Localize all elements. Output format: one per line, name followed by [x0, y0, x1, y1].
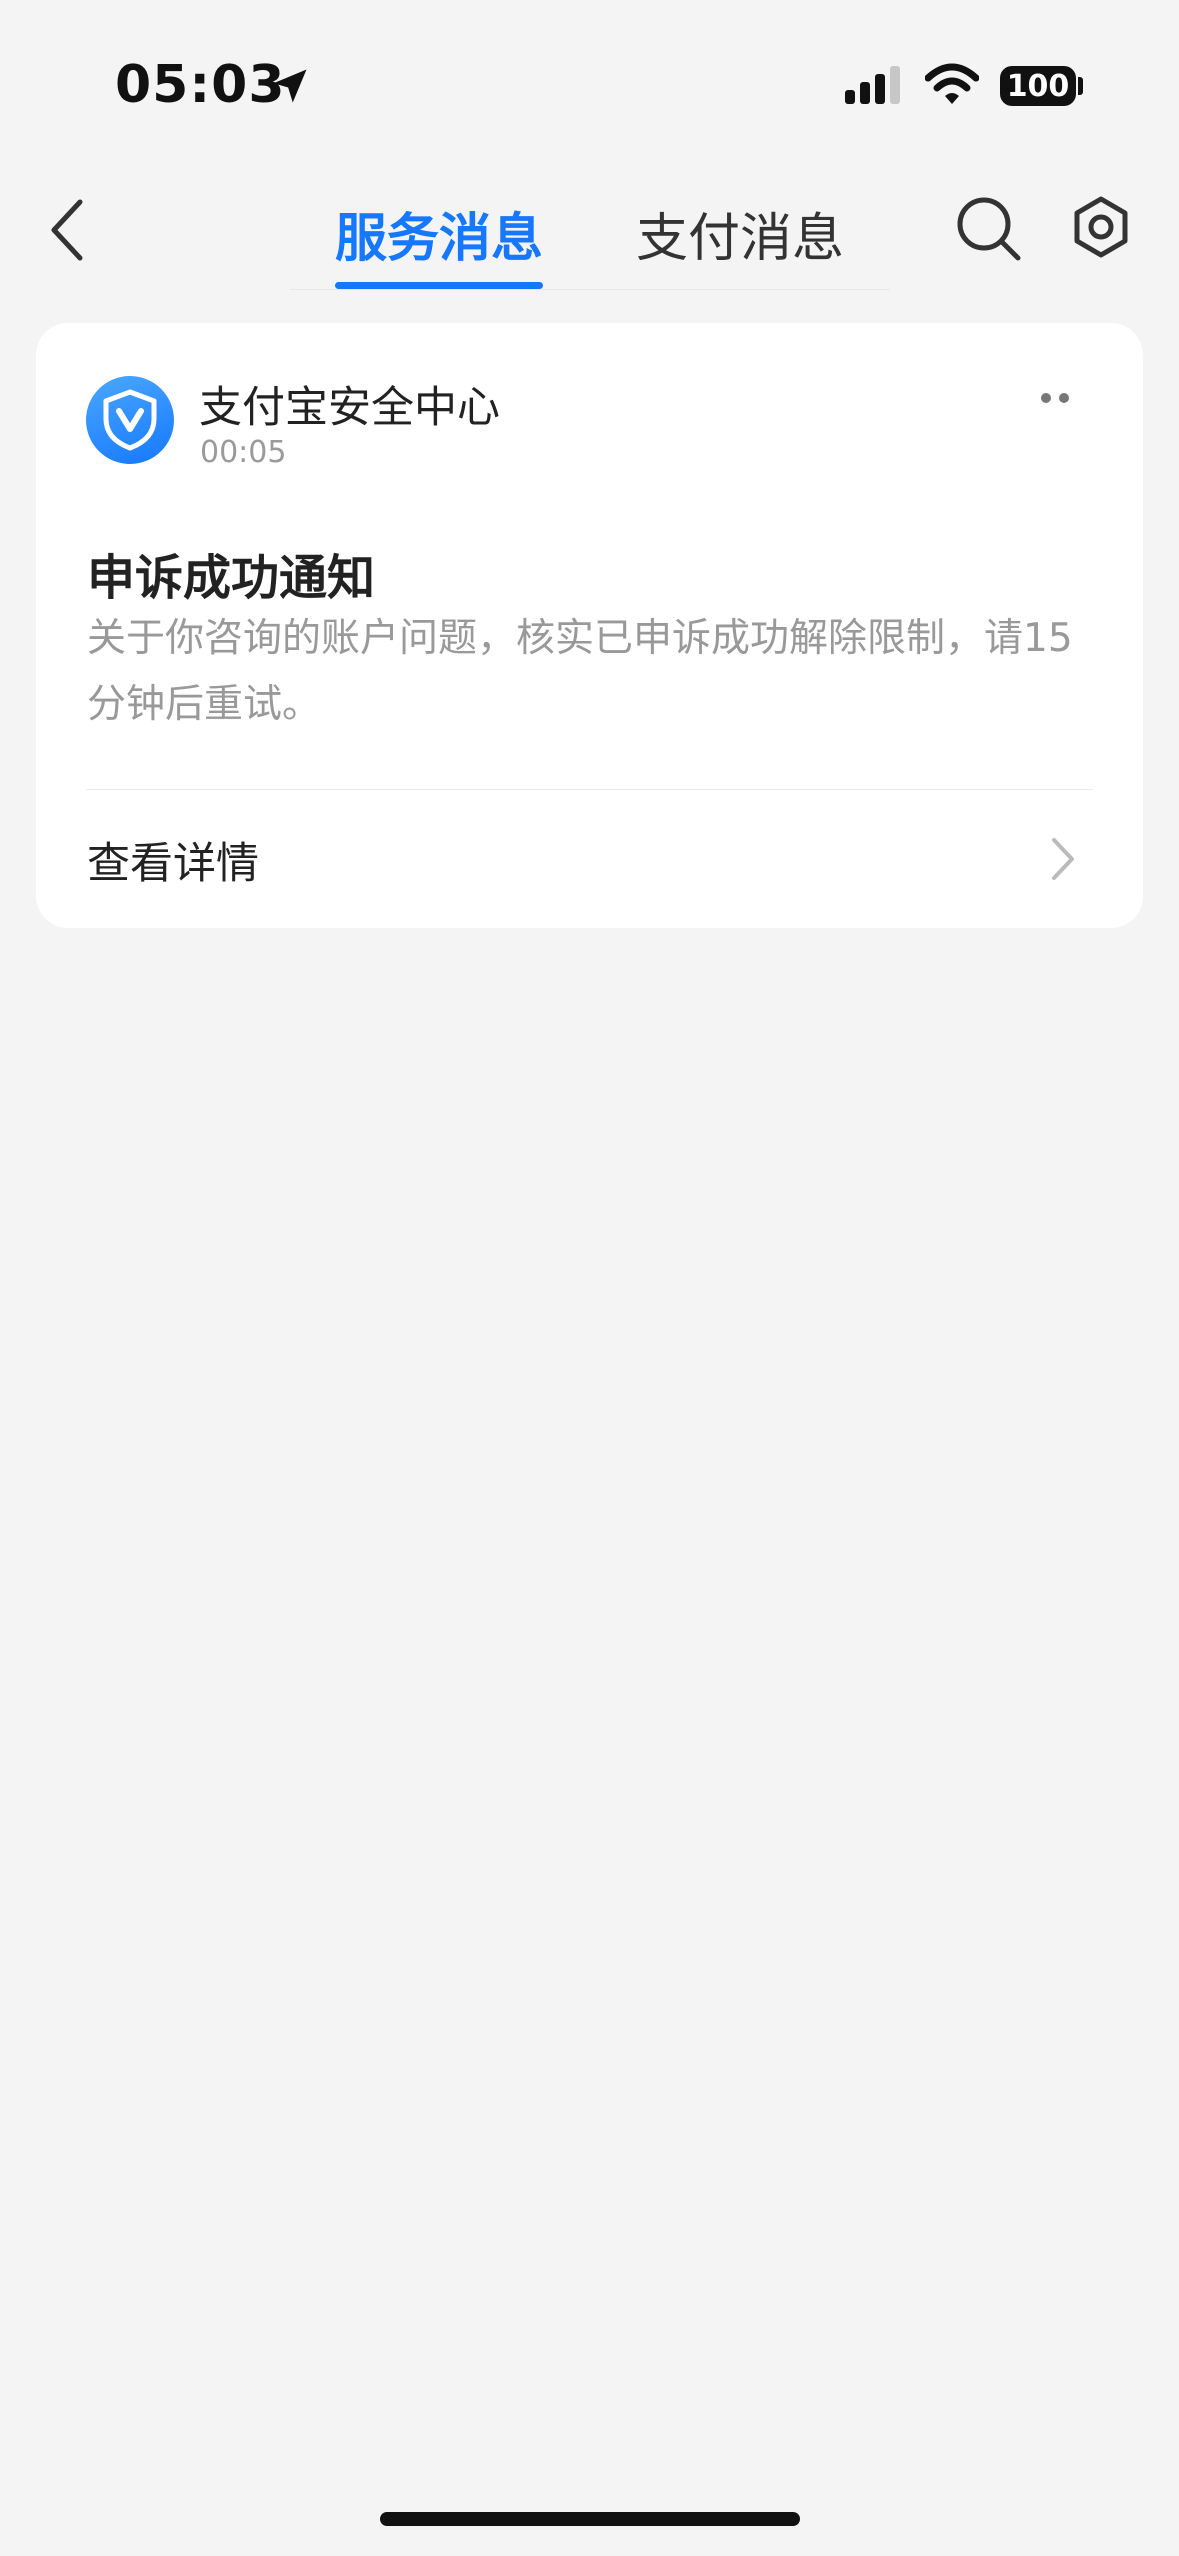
- card-divider: [86, 789, 1093, 790]
- battery-indicator: 100: [1000, 66, 1076, 106]
- back-arrow-icon[interactable]: [40, 194, 96, 266]
- gear-icon[interactable]: [1068, 194, 1134, 260]
- message-title: 申诉成功通知: [87, 550, 376, 606]
- tab-service-messages[interactable]: 服务消息: [335, 196, 543, 271]
- battery-level: 100: [1006, 68, 1070, 104]
- view-details-link[interactable]: 查看详情: [87, 829, 259, 891]
- message-card[interactable]: 支付宝安全中心 00:05 申诉成功通知 关于你咨询的账户问题，核实已申诉成功解…: [36, 323, 1143, 928]
- message-body: 关于你咨询的账户问题，核实已申诉成功解除限制，请15分钟后重试。: [87, 616, 1073, 727]
- home-indicator[interactable]: [380, 2512, 800, 2526]
- active-tab-indicator: [335, 282, 543, 289]
- wifi-icon: [925, 63, 979, 104]
- status-time: 05:03: [115, 55, 286, 115]
- shield-icon: [103, 389, 157, 451]
- location-arrow-icon: [273, 69, 307, 103]
- status-bar: 05:03 100: [0, 0, 1179, 170]
- sender-name: 支付宝安全中心: [199, 383, 500, 433]
- search-icon[interactable]: [952, 192, 1024, 264]
- message-time: 00:05: [200, 435, 287, 470]
- cellular-signal-icon: [845, 66, 900, 104]
- chevron-right-icon[interactable]: [1049, 835, 1077, 883]
- more-options-icon[interactable]: [1039, 391, 1071, 405]
- battery-tip: [1078, 77, 1083, 95]
- security-center-avatar: [86, 376, 174, 464]
- tab-divider: [290, 289, 890, 290]
- nav-bar: 服务消息 支付消息: [0, 170, 1179, 300]
- tab-payment-messages[interactable]: 支付消息: [636, 196, 844, 271]
